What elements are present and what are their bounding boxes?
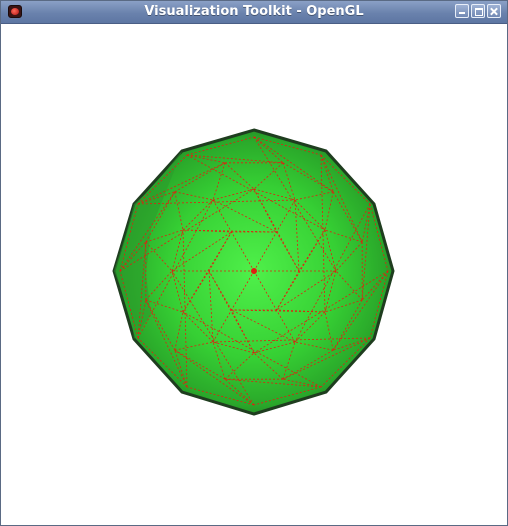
window-title: Visualization Toolkit - OpenGL [144, 4, 364, 19]
vtk-window: Visualization Toolkit - OpenGL [0, 0, 508, 526]
render-viewport[interactable] [1, 24, 507, 525]
minimize-icon[interactable] [455, 4, 469, 18]
sphere-pole-marker [251, 268, 257, 274]
close-icon[interactable] [487, 4, 501, 18]
title-bar[interactable]: Visualization Toolkit - OpenGL [1, 1, 507, 24]
render-scene[interactable] [1, 24, 507, 525]
window-controls [455, 4, 501, 18]
maximize-icon[interactable] [471, 4, 485, 18]
